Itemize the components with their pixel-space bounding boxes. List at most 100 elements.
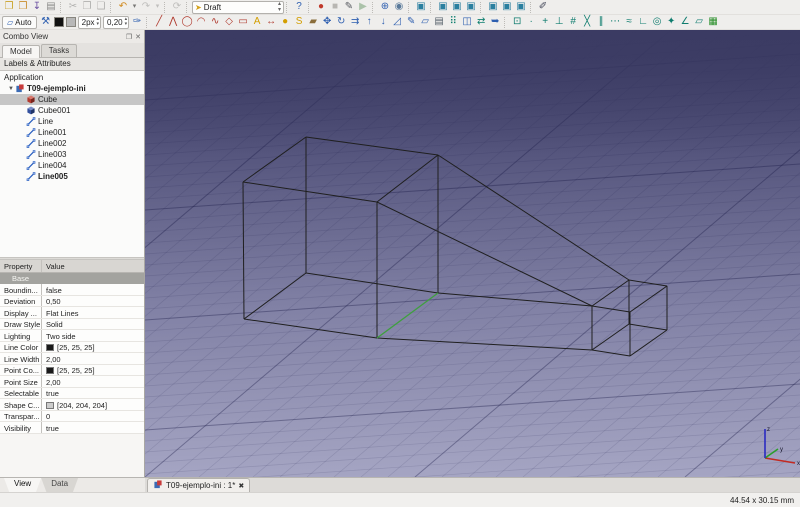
close-panel-icon[interactable]: ✕ <box>135 33 141 41</box>
view-front-icon[interactable]: ▣ <box>436 0 450 15</box>
face-color-swatch[interactable] <box>66 17 76 27</box>
snap-midpoint-icon[interactable]: + <box>538 15 552 30</box>
draft-scale-icon[interactable]: ◿ <box>390 15 404 30</box>
tree-item-line002[interactable]: Line002 <box>0 138 144 149</box>
draft-text-icon[interactable]: A <box>250 15 264 30</box>
property-row-selectable[interactable]: Selectabletrue <box>0 388 144 400</box>
save-file-icon[interactable]: ↧ <box>30 0 44 15</box>
property-row-draw-style[interactable]: Draw StyleSolid <box>0 319 144 331</box>
tree-item-cube001[interactable]: Cube001 <box>0 105 144 116</box>
property-row-line-width[interactable]: Line Width2,00 <box>0 353 144 365</box>
draft-dimension-icon[interactable]: ↔ <box>264 15 278 30</box>
property-value[interactable]: Flat Lines <box>42 307 83 318</box>
refresh-icon[interactable]: ⟳ <box>170 0 184 15</box>
property-row-deviation[interactable]: Deviation0,50 <box>0 296 144 308</box>
snap-perpendicular-icon[interactable]: ⊥ <box>552 15 566 30</box>
draft-shape2dview-icon[interactable]: ▤ <box>432 15 446 30</box>
snap-ortho-icon[interactable]: ∟ <box>636 15 650 30</box>
macro-stop-icon[interactable]: ■ <box>328 0 342 15</box>
property-value[interactable]: Solid <box>42 319 67 330</box>
draft-move-icon[interactable]: ✥ <box>320 15 334 30</box>
view-top-icon[interactable]: ▣ <box>450 0 464 15</box>
copy-icon[interactable]: ❐ <box>80 0 94 15</box>
property-row-display-[interactable]: Display ...Flat Lines <box>0 307 144 319</box>
draft-arc-icon[interactable]: ◠ <box>194 15 208 30</box>
property-row-transpar-[interactable]: Transpar...0 <box>0 411 144 423</box>
tree-item-line[interactable]: Line <box>0 116 144 127</box>
redo-menu-icon[interactable]: ▾ <box>153 0 162 15</box>
close-document-icon[interactable]: ✖ <box>238 482 244 490</box>
new-file-icon[interactable]: ❐ <box>2 0 16 15</box>
property-value[interactable]: true <box>42 422 63 433</box>
measure-icon[interactable]: ✐ <box>536 0 550 15</box>
macro-play-icon[interactable]: ▶ <box>356 0 370 15</box>
snap-near-icon[interactable]: ≈ <box>622 15 636 30</box>
redo-icon[interactable]: ↷ <box>139 0 153 15</box>
draft-workingplane-proxy-icon[interactable]: ▱ <box>418 15 432 30</box>
apply-style-icon[interactable]: ✑ <box>130 15 144 30</box>
draft-rotate-icon[interactable]: ↻ <box>334 15 348 30</box>
draft-rectangle-icon[interactable]: ▭ <box>236 15 250 30</box>
tree-item-cube[interactable]: Cube <box>0 94 144 105</box>
draft-facebinder-icon[interactable]: ▰ <box>306 15 320 30</box>
whats-this-icon[interactable]: ? <box>292 0 306 15</box>
view-rear-icon[interactable]: ▣ <box>486 0 500 15</box>
tree-item-line004[interactable]: Line004 <box>0 160 144 171</box>
view-bottom-icon[interactable]: ▣ <box>500 0 514 15</box>
draft-downgrade-icon[interactable]: ↓ <box>376 15 390 30</box>
tree-item-line005[interactable]: Line005 <box>0 171 144 182</box>
draft-polygon-icon[interactable]: ◇ <box>222 15 236 30</box>
scale-spinbox[interactable]: 0,20▴▾ <box>103 16 129 29</box>
tree-item-document[interactable]: ▼T09-ejemplo-ini <box>0 83 144 94</box>
fit-all-icon[interactable]: ⊕ <box>378 0 392 15</box>
open-file-icon[interactable]: ❒ <box>16 0 30 15</box>
undo-icon[interactable]: ↶ <box>116 0 130 15</box>
draft-offset-icon[interactable]: ⇉ <box>348 15 362 30</box>
undo-menu-icon[interactable]: ▾ <box>130 0 139 15</box>
property-value[interactable]: 0 <box>42 411 54 422</box>
property-value[interactable]: 2,00 <box>42 353 65 364</box>
panel-tab-view[interactable]: View <box>4 478 41 492</box>
property-value[interactable]: 0,50 <box>42 296 65 307</box>
property-value[interactable]: [25, 25, 25] <box>42 365 99 376</box>
draft-edit-icon[interactable]: ✎ <box>404 15 418 30</box>
line-color-swatch[interactable] <box>54 17 64 27</box>
tree-item-line001[interactable]: Line001 <box>0 127 144 138</box>
macro-edit-icon[interactable]: ✎ <box>342 0 356 15</box>
workbench-selector[interactable]: ➤Draft▴▾ <box>192 1 284 14</box>
tree-root-application[interactable]: Application <box>0 72 144 83</box>
3d-viewport[interactable]: xyz <box>145 30 800 477</box>
snap-angle-icon[interactable]: ∠ <box>678 15 692 30</box>
property-value[interactable]: [204, 204, 204] <box>42 399 111 410</box>
draft-array-icon[interactable]: ⠿ <box>446 15 460 30</box>
print-icon[interactable]: ▤ <box>44 0 58 15</box>
draft-polyline-icon[interactable]: ⋀ <box>166 15 180 30</box>
line-width-spinbox[interactable]: 2px▴▾ <box>78 16 101 29</box>
snap-workingplane-icon[interactable]: ▱ <box>692 15 706 30</box>
scale-spinbox-steppers[interactable]: ▴▾ <box>125 17 128 27</box>
property-row-point-size[interactable]: Point Size2,00 <box>0 376 144 388</box>
property-value[interactable]: false <box>42 284 66 295</box>
property-row-line-color[interactable]: Line Color[25, 25, 25] <box>0 342 144 354</box>
snap-lock-icon[interactable]: ⊡ <box>510 15 524 30</box>
draft-point-icon[interactable]: ● <box>278 15 292 30</box>
draft-line-icon[interactable]: ╱ <box>152 15 166 30</box>
cut-icon[interactable]: ✂ <box>66 0 80 15</box>
snap-center-icon[interactable]: ◎ <box>650 15 664 30</box>
snap-grid-icon[interactable]: # <box>566 15 580 30</box>
property-group-base[interactable]: Base <box>0 273 144 284</box>
macro-record-icon[interactable]: ● <box>314 0 328 15</box>
property-row-boundin-[interactable]: Boundin...false <box>0 284 144 296</box>
workingplane-auto-button[interactable]: ▱Auto <box>2 16 37 29</box>
draft-shapestring-icon[interactable]: S <box>292 15 306 30</box>
view-right-icon[interactable]: ▣ <box>464 0 478 15</box>
snap-parallel-icon[interactable]: ∥ <box>594 15 608 30</box>
draft-upgrade-icon[interactable]: ↑ <box>362 15 376 30</box>
property-row-shape-c-[interactable]: Shape C...[204, 204, 204] <box>0 399 144 411</box>
property-value[interactable]: Two side <box>42 330 80 341</box>
snap-extension-icon[interactable]: ⋯ <box>608 15 622 30</box>
view-axonometric-icon[interactable]: ▣ <box>414 0 428 15</box>
snap-endpoint-icon[interactable]: ∙ <box>524 15 538 30</box>
draw-style-icon[interactable]: ◉ <box>392 0 406 15</box>
tab-tasks[interactable]: Tasks <box>41 44 77 57</box>
